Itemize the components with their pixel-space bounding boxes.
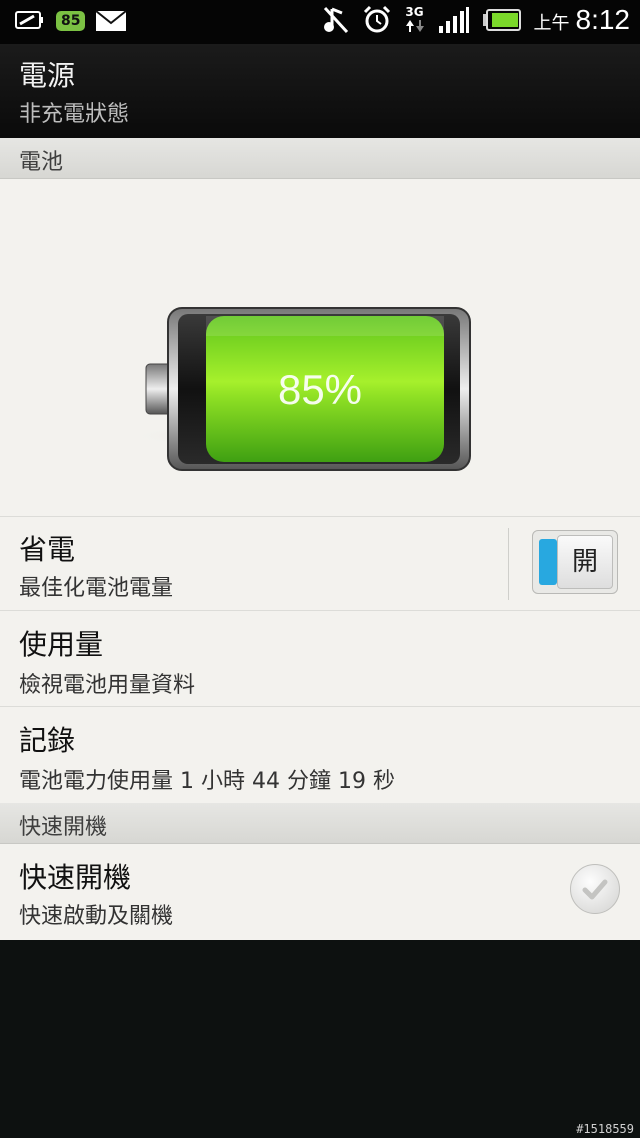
fast-boot-title: 快速開機 <box>19 861 132 894</box>
data-arrows-icon: 3G <box>404 6 426 34</box>
usage-title: 使用量 <box>19 628 104 661</box>
battery-graphic: 85% <box>0 178 640 517</box>
charging-status: 非充電狀態 <box>19 102 130 127</box>
power-saver-title: 省電 <box>19 533 76 566</box>
power-saver-row[interactable]: 省電 最佳化電池電量 開 <box>0 516 640 611</box>
fast-boot-checkbox[interactable] <box>570 864 620 914</box>
battery-saver-icon <box>15 11 43 29</box>
toggle-knob: 開 <box>557 535 613 589</box>
usage-row[interactable]: 使用量 檢視電池用量資料 <box>0 611 640 707</box>
status-right: 3G 上午 8:12 <box>322 4 631 36</box>
clock: 上午 8:12 <box>534 4 631 36</box>
section-title: 快速開機 <box>19 815 108 840</box>
battery-percent-label: 85% <box>278 366 362 413</box>
watermark: #1518559 <box>576 1122 634 1136</box>
power-saver-toggle[interactable]: 開 <box>532 530 618 594</box>
battery-level-graphic: 85% <box>130 307 490 471</box>
alarm-icon <box>363 5 390 33</box>
clock-time: 8:12 <box>575 4 631 35</box>
battery-percent-badge: 85 <box>56 11 86 31</box>
page-header: 電源 非充電狀態 <box>0 44 640 138</box>
settings-list: 電池 85% 省電 最佳化電池電量 開 使用量 檢視電池用量資料 記錄 電池電力… <box>0 138 640 940</box>
battery-icon <box>482 9 521 31</box>
clock-ampm: 上午 <box>533 13 570 34</box>
toggle-on-indicator <box>539 539 557 585</box>
mute-icon <box>323 6 348 34</box>
history-subtitle: 電池電力使用量 1 小時 44 分鐘 19 秒 <box>19 769 395 794</box>
network-type-label: 3G <box>405 5 424 19</box>
history-title: 記錄 <box>19 724 76 757</box>
check-icon <box>582 879 608 900</box>
fast-boot-row[interactable]: 快速開機 快速啟動及關機 <box>0 844 640 940</box>
signal-icon <box>438 7 469 33</box>
mail-icon <box>95 10 128 31</box>
page-title: 電源 <box>19 59 76 92</box>
status-left: 85 <box>14 8 128 34</box>
section-title: 電池 <box>19 150 64 175</box>
usage-subtitle: 檢視電池用量資料 <box>19 673 196 698</box>
status-bar: 85 3G 上午 8:12 <box>0 0 640 44</box>
section-header-fast-boot: 快速開機 <box>0 803 640 844</box>
history-row[interactable]: 記錄 電池電力使用量 1 小時 44 分鐘 19 秒 <box>0 707 640 802</box>
section-header-battery: 電池 <box>0 138 640 179</box>
fast-boot-subtitle: 快速啟動及關機 <box>19 904 174 929</box>
divider <box>508 528 509 600</box>
power-saver-subtitle: 最佳化電池電量 <box>19 576 174 601</box>
